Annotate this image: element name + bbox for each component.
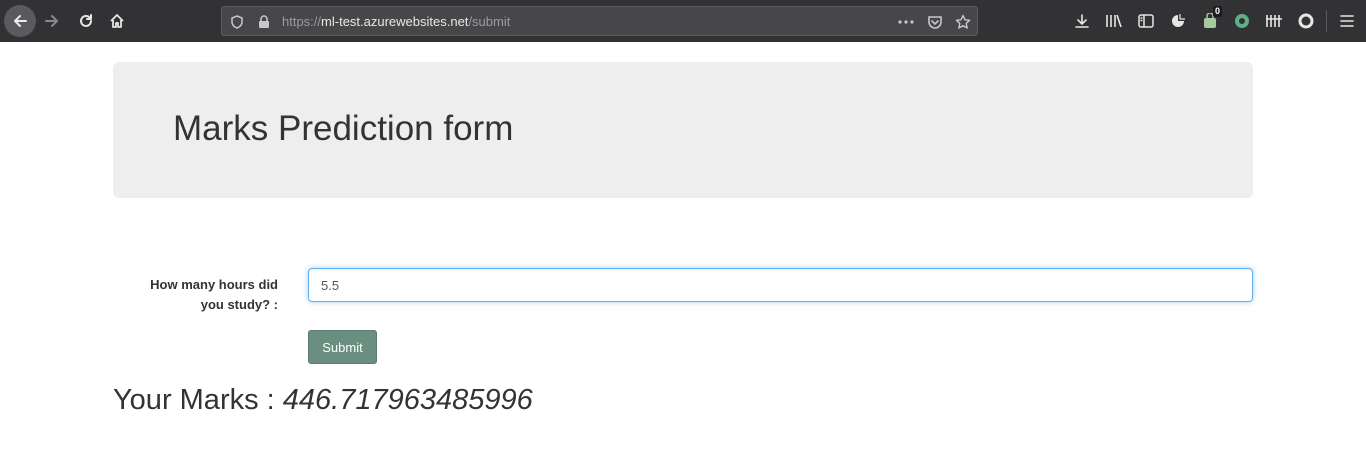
result-prefix: Your Marks : — [113, 384, 283, 416]
download-button[interactable] — [1068, 7, 1096, 35]
address-bar[interactable]: https://ml-test.azurewebsites.net/submit — [221, 6, 978, 36]
pocket-icon[interactable] — [927, 14, 943, 30]
home-button[interactable] — [103, 7, 131, 35]
lock-icon[interactable] — [256, 14, 272, 30]
sidebar-icon — [1138, 14, 1154, 28]
reload-icon — [78, 13, 94, 29]
download-icon — [1074, 13, 1090, 29]
star-icon[interactable] — [955, 14, 971, 30]
ring-extension-icon — [1297, 12, 1315, 30]
url-host: ml-test.azurewebsites.net — [321, 14, 469, 29]
extension-button-3[interactable] — [1228, 7, 1256, 35]
bars-extension-icon — [1265, 13, 1283, 29]
page-title: Marks Prediction form — [173, 109, 514, 148]
url-scheme: https:// — [282, 14, 322, 29]
hours-label-line-2: you study? : — [200, 297, 278, 312]
reload-button[interactable] — [72, 7, 100, 35]
sidebar-button[interactable] — [1132, 7, 1160, 35]
library-icon — [1105, 13, 1123, 29]
url-text[interactable]: https://ml-test.azurewebsites.net/submit — [282, 14, 510, 29]
hours-input[interactable] — [308, 268, 1253, 302]
more-dots-icon[interactable] — [898, 14, 914, 30]
pie-extension-icon — [1170, 13, 1186, 29]
back-arrow-icon — [11, 12, 29, 30]
hours-label-line-1: How many hours did — [150, 277, 278, 292]
extension-button-4[interactable] — [1260, 7, 1288, 35]
extension-button-5[interactable] — [1292, 7, 1320, 35]
browser-toolbar: https://ml-test.azurewebsites.net/submit — [0, 0, 1366, 42]
toolbar-divider — [1326, 10, 1327, 32]
shield-icon[interactable] — [229, 14, 245, 30]
hours-label: How many hours did you study? : — [113, 275, 278, 315]
hamburger-menu-icon — [1339, 14, 1355, 28]
marks-result: Your Marks : 446.717963485996 — [113, 383, 533, 417]
forward-arrow-icon — [43, 12, 61, 30]
result-value: 446.717963485996 — [282, 384, 533, 416]
back-button[interactable] — [4, 5, 36, 37]
extension-button-1[interactable] — [1164, 7, 1192, 35]
header-jumbotron: Marks Prediction form — [113, 62, 1253, 198]
forward-button[interactable] — [38, 7, 66, 35]
url-path: /submit — [468, 14, 511, 29]
submit-button[interactable]: Submit — [308, 330, 377, 364]
home-icon — [109, 13, 125, 29]
menu-button[interactable] — [1333, 7, 1361, 35]
notification-badge: 0 — [1213, 6, 1223, 17]
circle-extension-icon — [1234, 13, 1250, 29]
library-button[interactable] — [1100, 7, 1128, 35]
